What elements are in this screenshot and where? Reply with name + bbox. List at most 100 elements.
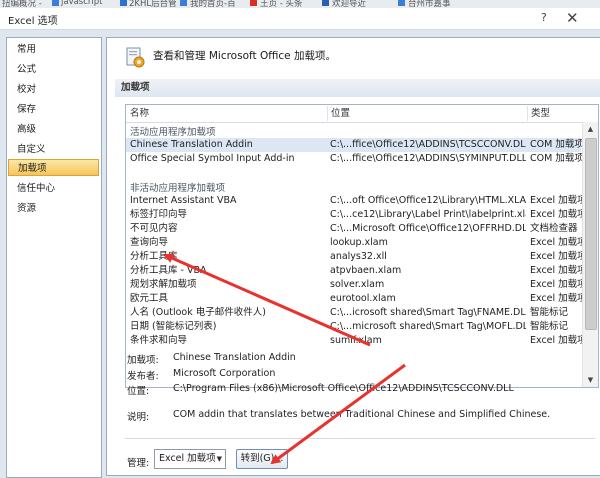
cell-location: C:\...microsoft shared\Smart Tag\MOFL.DL… bbox=[330, 321, 526, 332]
cell-type: 智能标记 bbox=[530, 321, 569, 332]
cell-type: Excel 加载项 bbox=[530, 335, 584, 346]
bg-tab-2: javascript bbox=[61, 0, 103, 7]
column-header-name[interactable]: 名称 bbox=[130, 105, 149, 122]
cell-type: Excel 加载项 bbox=[530, 293, 584, 304]
cell-name: 标签打印向导 bbox=[130, 209, 188, 220]
bg-tab-icon bbox=[120, 0, 127, 6]
table-row[interactable]: 人名 (Outlook 电子邮件收件人) C:\...icrosoft shar… bbox=[126, 306, 581, 320]
options-sidebar: 常用 公式 校对 保存 高级 自定义 加载项 信任中心 资源 bbox=[6, 37, 102, 478]
table-row[interactable]: 标签打印向导 C:\...ce12\Library\Label Print\la… bbox=[126, 208, 584, 222]
sidebar-item-advanced[interactable]: 高级 bbox=[8, 121, 99, 138]
cell-name: Chinese Translation Addin bbox=[130, 139, 253, 150]
cell-location: lookup.xlam bbox=[330, 237, 388, 248]
manage-label: 管理: bbox=[127, 458, 150, 469]
cell-name: 人名 (Outlook 电子邮件收件人) bbox=[130, 307, 266, 318]
detail-publisher-value: Microsoft Corporation bbox=[173, 368, 276, 379]
cell-type: 文档检查器 bbox=[530, 223, 578, 234]
table-row[interactable]: 日期 (智能标记列表) C:\...microsoft shared\Smart… bbox=[126, 320, 581, 334]
cell-name: 查询向导 bbox=[130, 237, 169, 248]
cell-location: analys32.xll bbox=[330, 251, 387, 262]
bg-tab-icon bbox=[322, 0, 329, 6]
column-header-type[interactable]: 类型 bbox=[531, 105, 550, 122]
addins-gear-icon bbox=[126, 47, 145, 68]
cell-name: 日期 (智能标记列表) bbox=[130, 321, 217, 332]
table-header: 名称 位置 类型 bbox=[126, 105, 598, 123]
column-separator[interactable] bbox=[527, 106, 528, 121]
table-row[interactable]: 规划求解加载项 solver.xlam Excel 加载项 bbox=[126, 278, 584, 292]
scroll-up-icon[interactable]: ▲ bbox=[583, 122, 598, 136]
table-row[interactable]: Internet Assistant VBA C:\...oft Office\… bbox=[126, 194, 584, 208]
bg-tab-icon bbox=[52, 0, 59, 6]
table-row[interactable]: 欧元工具 eurotool.xlam Excel 加载项 bbox=[126, 292, 584, 306]
cell-location: C:\...oft Office\Office12\Library\HTML.X… bbox=[330, 195, 526, 206]
cell-type: Excel 加载项 bbox=[530, 265, 584, 276]
cell-location: C:\...icrosoft shared\Smart Tag\FNAME.DL… bbox=[330, 307, 526, 318]
sidebar-item-trust-center[interactable]: 信任中心 bbox=[8, 180, 99, 197]
close-button[interactable]: ✕ bbox=[566, 9, 579, 27]
sidebar-item-save[interactable]: 保存 bbox=[8, 101, 99, 118]
cell-name: 不可见内容 bbox=[130, 223, 178, 234]
cell-name: Office Special Symbol Input Add-in bbox=[130, 153, 295, 164]
detail-location-label: 位置: bbox=[127, 386, 150, 397]
sidebar-item-resources[interactable]: 资源 bbox=[8, 200, 99, 217]
cell-type: Excel 加载项 bbox=[530, 209, 584, 220]
cell-location: eurotool.xlam bbox=[330, 293, 396, 304]
sidebar-item-addins[interactable]: 加载项 bbox=[8, 159, 99, 176]
cell-type: Excel 加载项 bbox=[530, 251, 584, 262]
bg-tab-icon bbox=[250, 0, 257, 6]
table-row[interactable]: 不可见内容 C:\...Microsoft Office\Office12\OF… bbox=[126, 222, 581, 236]
bg-tab-icon bbox=[398, 0, 405, 6]
cell-location: C:\...ce12\Library\Label Print\labelprin… bbox=[330, 209, 526, 220]
table-row[interactable]: Chinese Translation Addin C:\...ffice\Of… bbox=[126, 138, 584, 152]
help-button[interactable]: ? bbox=[541, 11, 547, 24]
detail-addin-value: Chinese Translation Addin bbox=[173, 352, 296, 363]
go-button[interactable]: 转到(G)... bbox=[236, 449, 288, 469]
cell-name: 分析工具库 bbox=[130, 251, 178, 262]
cell-location: C:\...ffice\Office12\ADDINS\TCSCCONV.DLL bbox=[330, 139, 526, 150]
chevron-down-icon: ▼ bbox=[216, 455, 222, 463]
cell-type: COM 加载项 bbox=[530, 153, 584, 164]
scrollbar-thumb[interactable] bbox=[585, 138, 597, 330]
cell-type: COM 加载项 bbox=[530, 139, 584, 150]
cell-type: Excel 加载项 bbox=[530, 195, 584, 206]
cell-location: sumif.xlam bbox=[330, 335, 382, 346]
cell-location: solver.xlam bbox=[330, 279, 385, 290]
detail-addin-label: 加载项: bbox=[127, 355, 159, 366]
dialog-title-bar: Excel 选项 ? ✕ bbox=[0, 8, 600, 30]
detail-publisher-label: 发布者: bbox=[127, 371, 159, 382]
sidebar-item-customize[interactable]: 自定义 bbox=[8, 141, 99, 158]
sidebar-item-proofing[interactable]: 校对 bbox=[8, 81, 99, 98]
cell-name: 规划求解加载项 bbox=[130, 279, 197, 290]
table-scrollbar[interactable]: ▲ ▼ bbox=[582, 122, 598, 387]
table-row[interactable]: 查询向导 lookup.xlam Excel 加载项 bbox=[126, 236, 584, 250]
table-row[interactable]: Office Special Symbol Input Add-in C:\..… bbox=[126, 152, 584, 166]
addins-table: 名称 位置 类型 活动应用程序加载项 Chinese Translation A… bbox=[125, 104, 599, 388]
detail-description-label: 说明: bbox=[127, 412, 150, 423]
addins-panel: 查看和管理 Microsoft Office 加载项。 加载项 名称 位置 类型… bbox=[106, 37, 600, 476]
cell-location: C:\...Microsoft Office\Office12\OFFRHD.D… bbox=[330, 223, 526, 234]
group-label-inactive: 非活动应用程序加载项 bbox=[130, 183, 226, 194]
table-row[interactable]: 分析工具库 - VBA atpvbaen.xlam Excel 加载项 bbox=[126, 264, 584, 278]
manage-select[interactable]: Excel 加载项 ▼ bbox=[154, 449, 226, 469]
column-header-location[interactable]: 位置 bbox=[331, 105, 350, 122]
detail-description-value: COM addin that translates between Tradit… bbox=[173, 409, 551, 420]
table-row[interactable]: 条件求和向导 sumif.xlam Excel 加载项 bbox=[126, 334, 584, 348]
column-separator[interactable] bbox=[327, 106, 328, 121]
sidebar-item-formulas[interactable]: 公式 bbox=[8, 61, 99, 78]
divider bbox=[125, 438, 595, 439]
cell-type: 智能标记 bbox=[530, 307, 569, 318]
manage-select-value: Excel 加载项 bbox=[159, 453, 216, 464]
cell-name: Internet Assistant VBA bbox=[130, 195, 237, 206]
cell-type: Excel 加载项 bbox=[530, 237, 584, 248]
table-row[interactable]: 分析工具库 analys32.xll Excel 加载项 bbox=[126, 250, 584, 264]
scroll-down-icon[interactable]: ▼ bbox=[583, 373, 598, 387]
cell-type: Excel 加载项 bbox=[530, 279, 584, 290]
detail-location-value: C:\Program Files (x86)\Microsoft Office\… bbox=[173, 383, 514, 394]
cell-location: C:\...ffice\Office12\ADDINS\SYMINPUT.DLL bbox=[330, 153, 526, 164]
cell-name: 欧元工具 bbox=[130, 293, 169, 304]
sidebar-item-popular[interactable]: 常用 bbox=[8, 41, 99, 58]
cell-name: 分析工具库 - VBA bbox=[130, 265, 207, 276]
group-label-active: 活动应用程序加载项 bbox=[130, 127, 216, 138]
dialog-title: Excel 选项 bbox=[8, 16, 58, 27]
section-header-addins: 加载项 bbox=[115, 79, 600, 97]
